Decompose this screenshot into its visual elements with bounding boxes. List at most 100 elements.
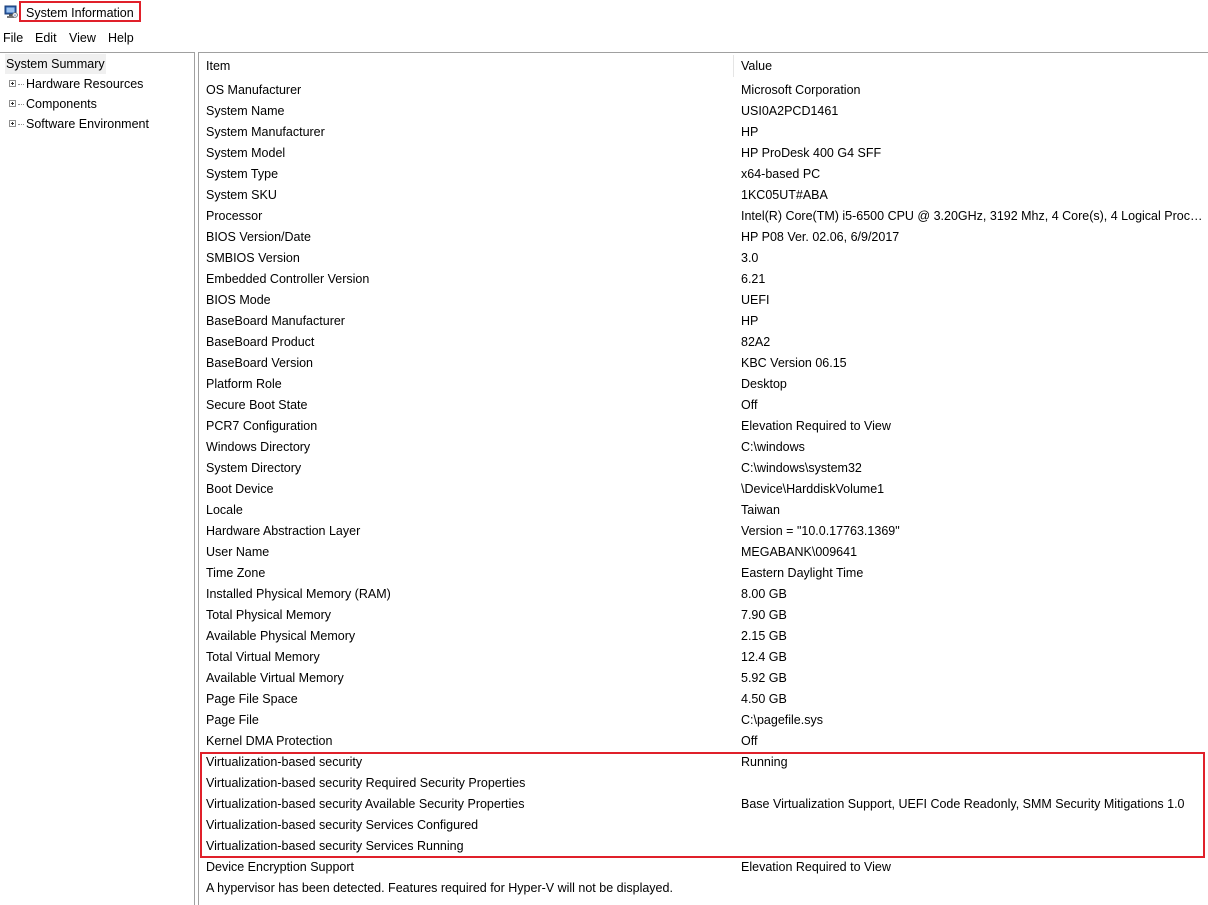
item-cell: OS Manufacturer	[206, 83, 302, 97]
table-row[interactable]: Total Physical Memory 7.90 GB	[199, 605, 1208, 626]
table-row[interactable]: Total Virtual Memory 12.4 GB	[199, 647, 1208, 668]
menu-help[interactable]: Help	[108, 30, 134, 46]
item-cell: Platform Role	[206, 377, 282, 391]
value-cell: C:\pagefile.sys	[741, 713, 823, 727]
table-row[interactable]: Virtualization-based security Services C…	[199, 815, 1208, 836]
table-row[interactable]: Virtualization-based security Running	[199, 752, 1208, 773]
value-cell: Taiwan	[741, 503, 780, 517]
tree-item-components[interactable]: Components	[0, 94, 190, 114]
value-cell: 5.92 GB	[741, 671, 787, 685]
item-cell: System SKU	[206, 188, 277, 202]
details-list[interactable]: Item Value OS Manufacturer Microsoft Corp…	[198, 52, 1208, 905]
table-row[interactable]: Locale Taiwan	[199, 500, 1208, 521]
table-row[interactable]: System Type x64-based PC	[199, 164, 1208, 185]
item-cell: Virtualization-based security	[206, 755, 363, 769]
value-cell: Base Virtualization Support, UEFI Code R…	[741, 797, 1185, 811]
table-row[interactable]: A hypervisor has been detected. Features…	[199, 878, 1208, 899]
item-cell: Virtualization-based security Services C…	[206, 818, 479, 832]
item-cell: System Model	[206, 146, 286, 160]
table-row[interactable]: Secure Boot State Off	[199, 395, 1208, 416]
value-cell: 12.4 GB	[741, 650, 787, 664]
item-cell: SMBIOS Version	[206, 251, 300, 265]
value-cell: Version = "10.0.17763.1369"	[741, 524, 900, 538]
column-header-value[interactable]: Value	[741, 53, 772, 79]
table-row[interactable]: BaseBoard Product 82A2	[199, 332, 1208, 353]
table-row[interactable]: Embedded Controller Version 6.21	[199, 269, 1208, 290]
value-cell: HP ProDesk 400 G4 SFF	[741, 146, 882, 160]
table-row[interactable]: BIOS Version/Date HP P08 Ver. 02.06, 6/9/…	[199, 227, 1208, 248]
table-row[interactable]: Page File Space 4.50 GB	[199, 689, 1208, 710]
table-row[interactable]: SMBIOS Version 3.0	[199, 248, 1208, 269]
item-cell: Windows Directory	[206, 440, 311, 454]
table-row[interactable]: Windows Directory C:\windows	[199, 437, 1208, 458]
table-row[interactable]: PCR7 Configuration Elevation Required to …	[199, 416, 1208, 437]
item-cell: Page File Space	[206, 692, 298, 706]
table-row[interactable]: Platform Role Desktop	[199, 374, 1208, 395]
menu-view[interactable]: View	[69, 30, 96, 46]
expand-icon[interactable]	[9, 100, 16, 107]
table-row[interactable]: System Name USI0A2PCD1461	[199, 101, 1208, 122]
item-cell: A hypervisor has been detected. Features…	[206, 881, 673, 895]
table-row[interactable]: BaseBoard Manufacturer HP	[199, 311, 1208, 332]
table-row[interactable]: Processor Intel(R) Core(TM) i5-6500 CPU @…	[199, 206, 1208, 227]
tree-item-label: Hardware Resources	[26, 77, 144, 91]
table-row[interactable]: Available Physical Memory 2.15 GB	[199, 626, 1208, 647]
column-divider[interactable]	[733, 55, 734, 77]
table-row[interactable]: Boot Device \Device\HarddiskVolume1	[199, 479, 1208, 500]
table-row[interactable]: OS Manufacturer Microsoft Corporation	[199, 80, 1208, 101]
table-row[interactable]: System SKU 1KC05UT#ABA	[199, 185, 1208, 206]
table-row[interactable]: Hardware Abstraction Layer Version = "10.…	[199, 521, 1208, 542]
value-cell: HP	[741, 125, 759, 139]
value-cell: 6.21	[741, 272, 766, 286]
table-row[interactable]: Virtualization-based security Available …	[199, 794, 1208, 815]
table-row[interactable]: System Manufacturer HP	[199, 122, 1208, 143]
value-cell: Elevation Required to View	[741, 419, 891, 433]
table-row[interactable]: BIOS Mode UEFI	[199, 290, 1208, 311]
value-cell: 4.50 GB	[741, 692, 787, 706]
tree-item-software-environment[interactable]: Software Environment	[0, 114, 190, 134]
menu-file[interactable]: File	[3, 30, 23, 46]
item-cell: Virtualization-based security Available …	[206, 797, 525, 811]
table-row[interactable]: Time Zone Eastern Daylight Time	[199, 563, 1208, 584]
value-cell: 1KC05UT#ABA	[741, 188, 828, 202]
item-cell: Locale	[206, 503, 243, 517]
expand-icon[interactable]	[9, 120, 16, 127]
item-cell: Processor	[206, 209, 263, 223]
item-cell: Available Physical Memory	[206, 629, 356, 643]
item-cell: Available Virtual Memory	[206, 671, 344, 685]
table-row[interactable]: System Model HP ProDesk 400 G4 SFF	[199, 143, 1208, 164]
tree-item-hardware-resources[interactable]: Hardware Resources	[0, 74, 190, 94]
expand-icon[interactable]	[9, 80, 16, 87]
item-cell: Secure Boot State	[206, 398, 308, 412]
menu-edit[interactable]: Edit	[35, 30, 57, 46]
table-row[interactable]: System Directory C:\windows\system32	[199, 458, 1208, 479]
item-cell: BIOS Version/Date	[206, 230, 311, 244]
value-cell: USI0A2PCD1461	[741, 104, 839, 118]
tree-item-system-summary[interactable]: System Summary	[0, 54, 190, 74]
table-row[interactable]: Virtualization-based security Services R…	[199, 836, 1208, 857]
table-row[interactable]: Page File C:\pagefile.sys	[199, 710, 1208, 731]
value-cell: HP	[741, 314, 759, 328]
item-cell: Time Zone	[206, 566, 266, 580]
value-cell: Microsoft Corporation	[741, 83, 861, 97]
table-row[interactable]: BaseBoard Version KBC Version 06.15	[199, 353, 1208, 374]
value-cell: Desktop	[741, 377, 787, 391]
table-row[interactable]: Device Encryption Support Elevation Requi…	[199, 857, 1208, 878]
table-row[interactable]: Installed Physical Memory (RAM) 8.00 GB	[199, 584, 1208, 605]
item-cell: User Name	[206, 545, 270, 559]
table-row[interactable]: Kernel DMA Protection Off	[199, 731, 1208, 752]
item-cell: BaseBoard Product	[206, 335, 315, 349]
value-cell: Elevation Required to View	[741, 860, 891, 874]
value-cell: Running	[741, 755, 788, 769]
column-header-item[interactable]: Item	[206, 53, 230, 79]
value-cell: Off	[741, 398, 758, 412]
table-row[interactable]: Available Virtual Memory 5.92 GB	[199, 668, 1208, 689]
table-row[interactable]: Virtualization-based security Required S…	[199, 773, 1208, 794]
table-row[interactable]: User Name MEGABANK\009641	[199, 542, 1208, 563]
item-cell: Total Virtual Memory	[206, 650, 320, 664]
item-cell: Boot Device	[206, 482, 274, 496]
item-cell: Kernel DMA Protection	[206, 734, 333, 748]
tree-item-label: Software Environment	[26, 117, 149, 131]
value-cell: UEFI	[741, 293, 770, 307]
system-information-icon	[4, 5, 18, 19]
